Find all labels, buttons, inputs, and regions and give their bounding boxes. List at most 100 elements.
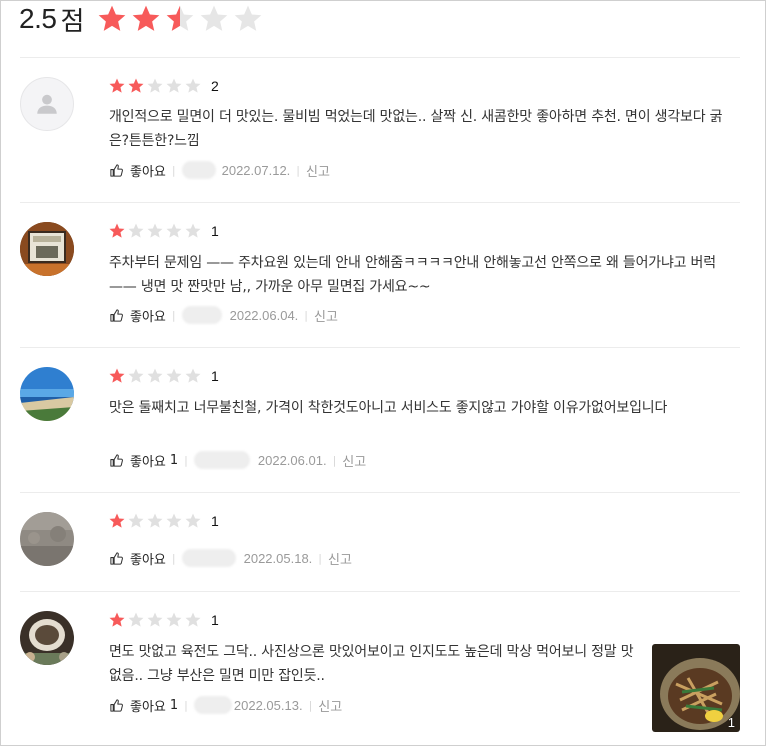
review-meta: 좋아요 1 | 2022.06.01. | 신고 <box>109 449 366 471</box>
review-stars <box>108 512 202 530</box>
star-empty-icon <box>166 223 182 238</box>
star-empty-icon <box>147 223 163 238</box>
like-button[interactable]: 좋아요 1 <box>109 696 178 715</box>
report-link[interactable]: 신고 <box>342 451 366 470</box>
star-empty-icon <box>185 513 201 528</box>
review-text: 주차부터 문제임 —— 주차요원 있는데 안내 안해줌ㅋㅋㅋㅋ안내 안해놓고선 … <box>109 255 716 295</box>
separator: | <box>296 163 301 177</box>
review-score: 1 <box>211 612 219 628</box>
like-button[interactable]: 좋아요 1 <box>109 451 178 470</box>
star-half-icon <box>167 5 194 31</box>
star-empty-icon <box>147 612 163 627</box>
review-text: 면도 맛없고 육전도 그닥.. 사진상으론 맛있어보이고 인지도도 높은데 막상… <box>109 644 634 684</box>
star-empty-icon <box>185 78 201 93</box>
star-empty-icon <box>128 223 144 238</box>
like-button[interactable]: 좋아요 <box>109 549 166 568</box>
star-empty-icon <box>147 78 163 93</box>
separator: | <box>318 551 323 565</box>
separator: | <box>184 453 188 467</box>
review-date: 2022.07.12. <box>221 162 291 178</box>
blurred-author[interactable] <box>193 696 232 714</box>
photo-count: 1 <box>727 715 735 730</box>
star-empty-icon <box>147 368 163 383</box>
review-date: 2022.06.04. <box>229 307 299 323</box>
review-rating: 1 <box>108 222 219 240</box>
star-empty-icon <box>235 5 262 31</box>
star-empty-icon <box>128 368 144 383</box>
review-meta: 좋아요 | 2022.07.12. | 신고 <box>109 159 330 181</box>
review-score: 1 <box>211 368 219 384</box>
review-text: 개인적으로 밀면이 더 맛있는. 물비빔 먹었는데 맛없는.. 살짝 신. 새콤… <box>109 109 723 149</box>
average-stars <box>96 3 264 35</box>
review-stars <box>108 222 202 240</box>
review-meta: 좋아요 | 2022.05.18. | 신고 <box>109 547 352 569</box>
star-empty-icon <box>185 612 201 627</box>
separator: | <box>171 163 176 177</box>
review-stars <box>108 77 202 95</box>
rating-summary: 2.5 점 <box>19 1 264 37</box>
thumbs-up-icon <box>110 551 123 565</box>
food-bowl-avatar[interactable] <box>20 611 74 665</box>
star-full-icon <box>109 78 125 93</box>
review-rating: 2 <box>108 77 219 95</box>
divider <box>20 202 740 203</box>
report-link[interactable]: 신고 <box>314 306 338 325</box>
blurred-author[interactable] <box>181 549 236 567</box>
review-rating: 1 <box>108 512 219 530</box>
review-stars <box>108 367 202 385</box>
beach-avatar[interactable] <box>20 367 74 421</box>
star-full-icon <box>109 223 125 238</box>
default-avatar-icon[interactable] <box>20 77 74 131</box>
review-stars <box>108 611 202 629</box>
review-meta: 좋아요 | 2022.06.04. | 신고 <box>109 304 338 326</box>
report-link[interactable]: 신고 <box>328 549 352 568</box>
like-label: 좋아요 <box>130 309 166 325</box>
like-label: 좋아요 <box>130 454 166 470</box>
blurred-author[interactable] <box>193 451 250 469</box>
star-full-icon <box>128 78 144 93</box>
blurred-author[interactable] <box>181 161 216 179</box>
blurred-author[interactable] <box>181 306 222 324</box>
star-empty-icon <box>201 5 228 31</box>
report-link[interactable]: 신고 <box>306 161 330 180</box>
separator: | <box>304 308 309 322</box>
framed-picture-avatar[interactable] <box>20 222 74 276</box>
stone-texture-avatar[interactable] <box>20 512 74 566</box>
review-date: 2022.06.01. <box>257 452 327 468</box>
review-score: 1 <box>211 223 219 239</box>
star-full-icon <box>133 5 160 31</box>
star-empty-icon <box>128 612 144 627</box>
like-button[interactable]: 좋아요 <box>109 161 166 180</box>
average-score: 2.5 <box>19 3 57 34</box>
like-count: 1 <box>169 452 179 468</box>
star-full-icon <box>109 513 125 528</box>
separator: | <box>332 453 337 467</box>
like-count: 1 <box>169 697 179 713</box>
review-panel: 2.5 점 2 개인적으로 밀면이 더 맛있는. 물비빔 먹었는데 맛없는.. … <box>0 0 766 746</box>
star-empty-icon <box>185 223 201 238</box>
like-label: 좋아요 <box>130 699 166 715</box>
review-photo-thumbnail[interactable]: 1 <box>652 644 740 732</box>
review-score: 1 <box>211 513 219 529</box>
star-full-icon <box>109 368 125 383</box>
report-link[interactable]: 신고 <box>318 696 342 715</box>
star-empty-icon <box>147 513 163 528</box>
star-full-icon <box>109 612 125 627</box>
review-date: 2022.05.18. <box>243 550 313 566</box>
review-meta: 좋아요 1 | 2022.05.13. | 신고 <box>109 694 342 716</box>
divider <box>20 492 740 493</box>
review-rating: 1 <box>108 611 219 629</box>
star-empty-icon <box>185 368 201 383</box>
star-empty-icon <box>166 513 182 528</box>
star-full-icon <box>99 5 126 31</box>
divider <box>20 591 740 592</box>
thumbs-up-icon <box>110 308 123 322</box>
like-button[interactable]: 좋아요 <box>109 306 166 325</box>
star-empty-icon <box>166 78 182 93</box>
review-rating: 1 <box>108 367 219 385</box>
thumbs-up-icon <box>110 698 123 712</box>
score-unit: 점 <box>60 6 85 37</box>
star-empty-icon <box>128 513 144 528</box>
like-label: 좋아요 <box>130 552 166 568</box>
thumbs-up-icon <box>110 453 123 467</box>
